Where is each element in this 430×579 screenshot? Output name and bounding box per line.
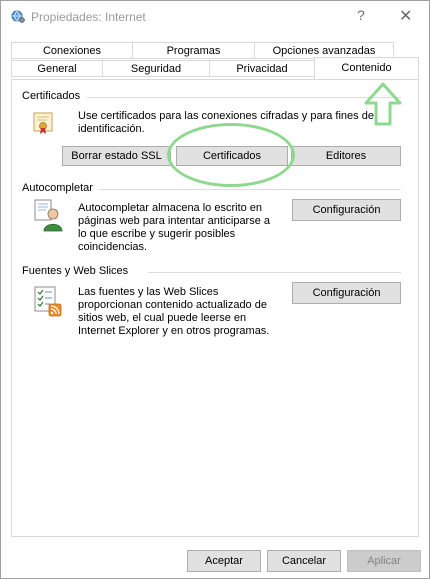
autocomplete-user-icon [34, 199, 63, 232]
highlight-ellipse [167, 123, 295, 187]
autocompletar-description: lo que escribe y sugerir posibles [78, 228, 236, 240]
fuentes-description: Internet Explorer y en otros programas. [78, 325, 270, 337]
help-button[interactable]: ? [357, 7, 365, 23]
up-arrow-icon [364, 82, 402, 126]
fuentes-description: Las fuentes y las Web Slices [78, 286, 219, 298]
tab-programas[interactable]: Programas [132, 42, 255, 59]
close-button[interactable]: ✕ [399, 6, 412, 26]
autocompletar-description: coincidencias. [78, 241, 148, 253]
divider [98, 189, 401, 190]
certificados-description: Use certificados para las conexiones cif… [78, 110, 374, 122]
tab-seguridad[interactable]: Seguridad [102, 60, 210, 77]
feeds-settings-button[interactable]: Configuración [292, 282, 401, 304]
internet-options-globe-icon [11, 10, 25, 23]
tab-general[interactable]: General [11, 60, 103, 77]
tab-conexiones[interactable]: Conexiones [11, 42, 133, 59]
clear-ssl-state-button[interactable]: Borrar estado SSL [62, 146, 171, 166]
fuentes-description: sitios web, el cual puede leerse en [78, 312, 247, 324]
tab-contenido[interactable]: Contenido [314, 57, 419, 79]
divider [148, 272, 401, 273]
autocompletar-description: Autocompletar almacena lo escrito en [78, 202, 263, 214]
cancel-button[interactable]: Cancelar [267, 550, 341, 572]
publishers-button[interactable]: Editores [291, 146, 401, 166]
window-title: Propiedades: Internet [31, 10, 146, 24]
fuentes-description: proporcionan contenido actualizado de [78, 299, 267, 311]
feeds-checklist-icon [34, 286, 62, 317]
ok-button[interactable]: Aceptar [187, 550, 261, 572]
fuentes-group-title: Fuentes y Web Slices [22, 265, 129, 277]
tab-privacidad[interactable]: Privacidad [209, 60, 315, 77]
autocompletar-description: páginas web para intentar anticiparse a [78, 215, 271, 227]
divider [87, 97, 401, 98]
internet-properties-window: Propiedades: Internet ? ✕ Conexiones Pro… [0, 0, 430, 579]
title-bar: Propiedades: Internet ? ✕ [1, 1, 429, 31]
autocomplete-settings-button[interactable]: Configuración [292, 199, 401, 221]
apply-button[interactable]: Aplicar [347, 550, 421, 572]
certificate-icon [33, 112, 53, 134]
certificados-group-title: Certificados [22, 90, 81, 102]
certificados-description: identificación. [78, 123, 145, 135]
autocompletar-group-title: Autocompletar [22, 182, 93, 194]
